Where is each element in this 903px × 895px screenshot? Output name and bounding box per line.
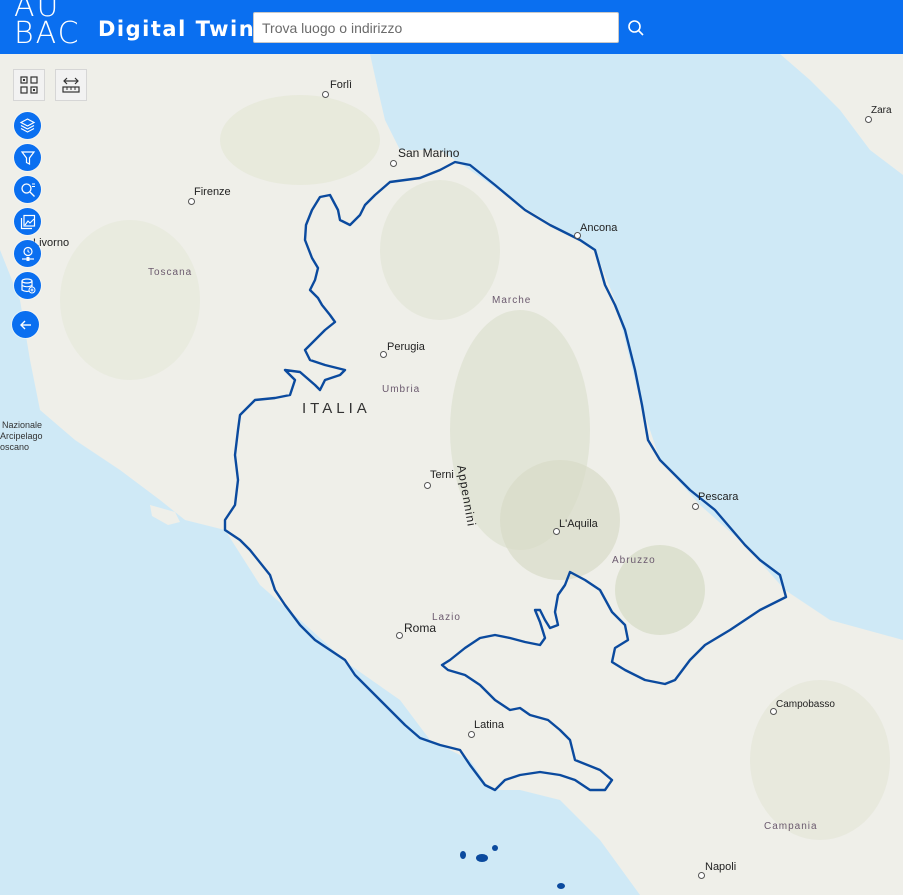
region-label-marche: Marche — [492, 295, 532, 306]
city-marker — [380, 351, 387, 358]
image-gallery-icon — [20, 214, 35, 229]
city-label-napoli: Napoli — [705, 861, 737, 873]
map-view[interactable]: Forlì San Marino Firenze Livorno Ancona … — [0, 54, 903, 895]
city-marker — [424, 482, 431, 489]
city-label-roma: Roma — [404, 621, 437, 635]
city-marker — [865, 116, 872, 123]
aubac-logo: AU BAC — [14, 0, 90, 51]
database-add-icon — [20, 277, 35, 293]
time-slider-button[interactable] — [14, 240, 41, 267]
city-label-terni: Terni — [430, 469, 454, 481]
search-zoom-icon — [20, 182, 35, 197]
filter-button[interactable] — [14, 144, 41, 171]
region-label-campania: Campania — [764, 821, 818, 832]
city-label-ancona: Ancona — [580, 222, 618, 234]
city-marker — [390, 160, 397, 167]
database-add-button[interactable] — [14, 272, 41, 299]
layers-icon — [19, 118, 36, 133]
top-bar: AU BAC Digital Twin — [0, 0, 903, 54]
measure-ruler-icon — [62, 77, 80, 93]
city-label-pescara: Pescara — [698, 491, 739, 503]
app-title: Digital Twin — [98, 17, 256, 41]
search-icon — [628, 20, 644, 36]
time-slider-icon — [21, 246, 34, 261]
gallery-button[interactable] — [14, 208, 41, 235]
measure-button[interactable] — [55, 69, 87, 101]
city-label-san-marino: San Marino — [398, 146, 460, 160]
filter-icon — [20, 150, 35, 165]
qr-grid-button[interactable] — [13, 69, 45, 101]
city-label-latina: Latina — [474, 719, 504, 731]
back-button[interactable] — [12, 311, 39, 338]
park-label-line3: oscano — [0, 442, 30, 452]
region-label-lazio: Lazio — [432, 612, 461, 623]
city-marker — [188, 198, 195, 205]
city-marker — [322, 91, 329, 98]
search-input[interactable] — [253, 12, 619, 43]
park-label-line1: Nazionale — [2, 420, 43, 430]
city-label-zara: Zara — [871, 105, 892, 116]
city-label-forli: Forlì — [330, 79, 352, 91]
city-label-campobasso: Campobasso — [776, 699, 835, 710]
city-marker — [698, 872, 705, 879]
city-marker — [692, 503, 699, 510]
park-label-line2: Arcipelago — [0, 431, 43, 441]
logo-line-2: BAC — [14, 16, 81, 51]
city-marker — [468, 731, 475, 738]
region-label-umbria: Umbria — [382, 384, 421, 395]
region-label-toscana: Toscana — [148, 267, 193, 278]
qr-grid-icon — [20, 76, 38, 94]
layers-button[interactable] — [14, 112, 41, 139]
country-label: ITALIA — [302, 400, 371, 417]
search-zoom-button[interactable] — [14, 176, 41, 203]
search-button[interactable] — [622, 13, 650, 43]
city-label-laquila: L'Aquila — [559, 518, 598, 530]
city-marker — [396, 632, 403, 639]
region-label-abruzzo: Abruzzo — [612, 555, 656, 566]
back-arrow-icon — [19, 320, 31, 329]
city-label-perugia: Perugia — [387, 341, 425, 353]
city-label-firenze: Firenze — [194, 186, 231, 198]
